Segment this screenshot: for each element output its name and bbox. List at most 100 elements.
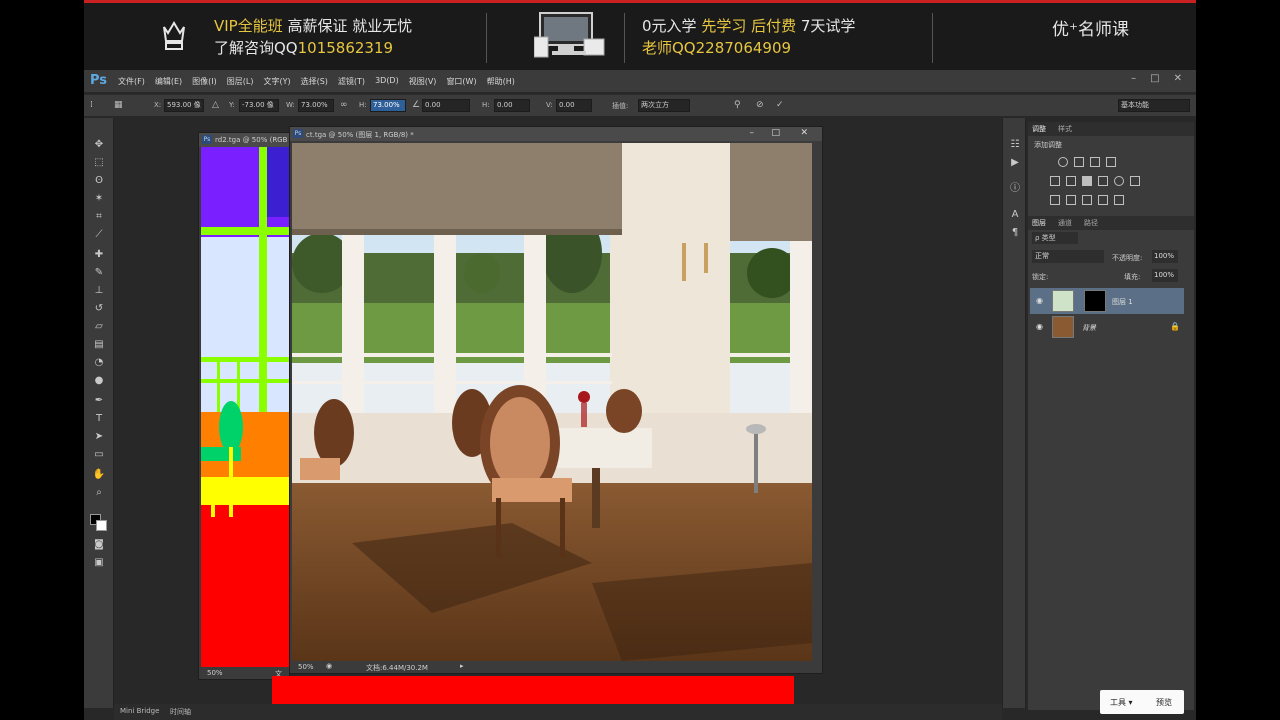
tab-adjustments[interactable]: 调整 — [1032, 124, 1046, 134]
brightness-icon[interactable] — [1058, 157, 1068, 167]
hand-tool-icon[interactable]: ✋ — [92, 468, 106, 482]
black-white-icon[interactable] — [1082, 176, 1092, 186]
document-window-ct[interactable]: Ps ct.tga @ 50% (图层 1, RGB/8) * – □ ✕ 50… — [289, 126, 823, 674]
stamp-tool-icon[interactable]: ⊥ — [92, 284, 106, 298]
channel-mixer-icon[interactable] — [1114, 176, 1124, 186]
cancel-transform-icon[interactable]: ⊘ — [756, 100, 764, 110]
eraser-tool-icon[interactable]: ▱ — [92, 320, 106, 334]
tab-layers[interactable]: 图层 — [1032, 218, 1046, 228]
layer-row[interactable]: ◉ 背景 🔒 — [1030, 314, 1184, 340]
layer-row[interactable]: ◉ 图层 1 — [1030, 288, 1184, 314]
y-field[interactable]: -73.00 像 — [239, 99, 279, 112]
layer-name[interactable]: 图层 1 — [1112, 297, 1133, 307]
layer-name[interactable]: 背景 — [1082, 323, 1096, 333]
menu-image[interactable]: 图像(I) — [192, 76, 217, 87]
vskew-field[interactable]: 0.00 — [556, 99, 592, 112]
healing-tool-icon[interactable]: ✚ — [92, 248, 106, 262]
menu-3d[interactable]: 3D(D) — [375, 76, 399, 87]
menu-edit[interactable]: 编辑(E) — [155, 76, 182, 87]
vibrance-icon[interactable] — [1122, 157, 1132, 167]
photo-filter-icon[interactable] — [1098, 176, 1108, 186]
blur-tool-icon[interactable]: ◔ — [92, 356, 106, 370]
zoom-level[interactable]: 50% — [207, 669, 223, 677]
shape-tool-icon[interactable]: ▭ — [92, 448, 106, 462]
delta-icon[interactable]: △ — [212, 100, 219, 110]
gradient-map-icon[interactable] — [1114, 195, 1124, 205]
document-canvas[interactable] — [292, 143, 812, 661]
fill-field[interactable]: 100% — [1152, 269, 1178, 282]
color-lookup-icon[interactable] — [1130, 176, 1140, 186]
doc-maximize-button[interactable]: □ — [771, 128, 780, 138]
reference-point-icon[interactable]: ▦ — [114, 100, 123, 110]
levels-icon[interactable] — [1074, 157, 1084, 167]
quick-mask-icon[interactable]: ◙ — [92, 538, 106, 552]
eye-icon[interactable]: ◉ — [1036, 322, 1043, 331]
hue-sat-icon[interactable] — [1050, 176, 1060, 186]
move-tool-icon[interactable]: ✥ — [92, 138, 106, 152]
dodge-tool-icon[interactable]: ● — [92, 374, 106, 388]
tab-mini-bridge[interactable]: Mini Bridge — [120, 707, 159, 715]
status-menu-arrow-icon[interactable]: ▸ — [460, 662, 464, 670]
interp-select[interactable]: 两次立方 — [638, 99, 690, 112]
tab-channels[interactable]: 通道 — [1058, 218, 1072, 228]
link-icon[interactable]: ∞ — [340, 100, 348, 110]
tools-button[interactable]: 工具 ▾ — [1110, 697, 1133, 708]
pen-tool-icon[interactable]: ✒ — [92, 394, 106, 408]
menu-window[interactable]: 窗口(W) — [446, 76, 476, 87]
preview-button[interactable]: 预览 — [1156, 697, 1172, 708]
screen-mode-icon[interactable]: ▣ — [92, 556, 106, 570]
opacity-field[interactable]: 100% — [1152, 250, 1178, 263]
menu-select[interactable]: 选择(S) — [301, 76, 328, 87]
posterize-icon[interactable] — [1066, 195, 1076, 205]
color-balance-icon[interactable] — [1066, 176, 1076, 186]
history-panel-icon[interactable]: ☷ — [1008, 138, 1022, 152]
eye-icon[interactable]: ◉ — [1036, 296, 1043, 305]
document-canvas[interactable] — [201, 147, 289, 667]
tab-timeline[interactable]: 时间轴 — [170, 707, 191, 717]
actions-panel-icon[interactable]: ▶ — [1008, 156, 1022, 170]
exposure-icon[interactable] — [1106, 157, 1116, 167]
invert-icon[interactable] — [1050, 195, 1060, 205]
tab-styles[interactable]: 样式 — [1058, 124, 1072, 134]
document-window-rd2[interactable]: Ps rd2.tga @ 50% (RGB 50% 文 — [198, 132, 290, 680]
zoom-level[interactable]: 50% — [298, 663, 314, 671]
crop-tool-icon[interactable]: ⌗ — [92, 210, 106, 224]
type-tool-icon[interactable]: T — [92, 412, 106, 426]
menu-help[interactable]: 帮助(H) — [487, 76, 515, 87]
background-color-swatch[interactable] — [96, 520, 107, 531]
document-titlebar[interactable]: Ps rd2.tga @ 50% (RGB — [199, 133, 289, 147]
zoom-tool-icon[interactable]: ⌕ — [92, 486, 106, 500]
document-titlebar[interactable]: Ps ct.tga @ 50% (图层 1, RGB/8) * – □ ✕ — [290, 127, 822, 141]
menu-type[interactable]: 文字(Y) — [263, 76, 290, 87]
menu-file[interactable]: 文件(F) — [118, 76, 145, 87]
path-select-tool-icon[interactable]: ➤ — [92, 430, 106, 444]
paragraph-panel-icon[interactable]: ¶ — [1008, 226, 1022, 240]
warp-icon[interactable]: ⚲ — [734, 100, 741, 110]
h-field[interactable]: 73.00% — [370, 99, 406, 112]
history-brush-icon[interactable]: ↺ — [92, 302, 106, 316]
lasso-tool-icon[interactable]: ʘ — [92, 174, 106, 188]
close-button[interactable]: ✕ — [1174, 73, 1182, 84]
character-panel-icon[interactable]: A — [1008, 208, 1022, 222]
menu-view[interactable]: 视图(V) — [409, 76, 437, 87]
curves-icon[interactable] — [1090, 157, 1100, 167]
menu-filter[interactable]: 滤镜(T) — [338, 76, 365, 87]
threshold-icon[interactable] — [1082, 195, 1092, 205]
menu-layer[interactable]: 图层(L) — [227, 76, 254, 87]
workspace-select[interactable]: 基本功能 — [1118, 99, 1190, 112]
blend-mode-select[interactable]: 正常 — [1032, 250, 1104, 263]
w-field[interactable]: 73.00% — [298, 99, 334, 112]
doc-close-button[interactable]: ✕ — [800, 128, 808, 138]
x-field[interactable]: 593.00 像 — [164, 99, 204, 112]
commit-transform-icon[interactable]: ✓ — [776, 100, 784, 110]
brush-tool-icon[interactable]: ✎ — [92, 266, 106, 280]
hskew-field[interactable]: 0.00 — [494, 99, 530, 112]
magic-wand-tool-icon[interactable]: ✶ — [92, 192, 106, 206]
eyedropper-tool-icon[interactable]: ⟋ — [92, 228, 106, 242]
angle-field[interactable]: 0.00 — [422, 99, 470, 112]
marquee-tool-icon[interactable]: ⬚ — [92, 156, 106, 170]
layer-mask-thumbnail[interactable] — [1084, 290, 1106, 312]
gradient-tool-icon[interactable]: ▤ — [92, 338, 106, 352]
maximize-button[interactable]: □ — [1150, 73, 1159, 84]
layer-filter-select[interactable]: ρ 类型 — [1032, 232, 1078, 244]
